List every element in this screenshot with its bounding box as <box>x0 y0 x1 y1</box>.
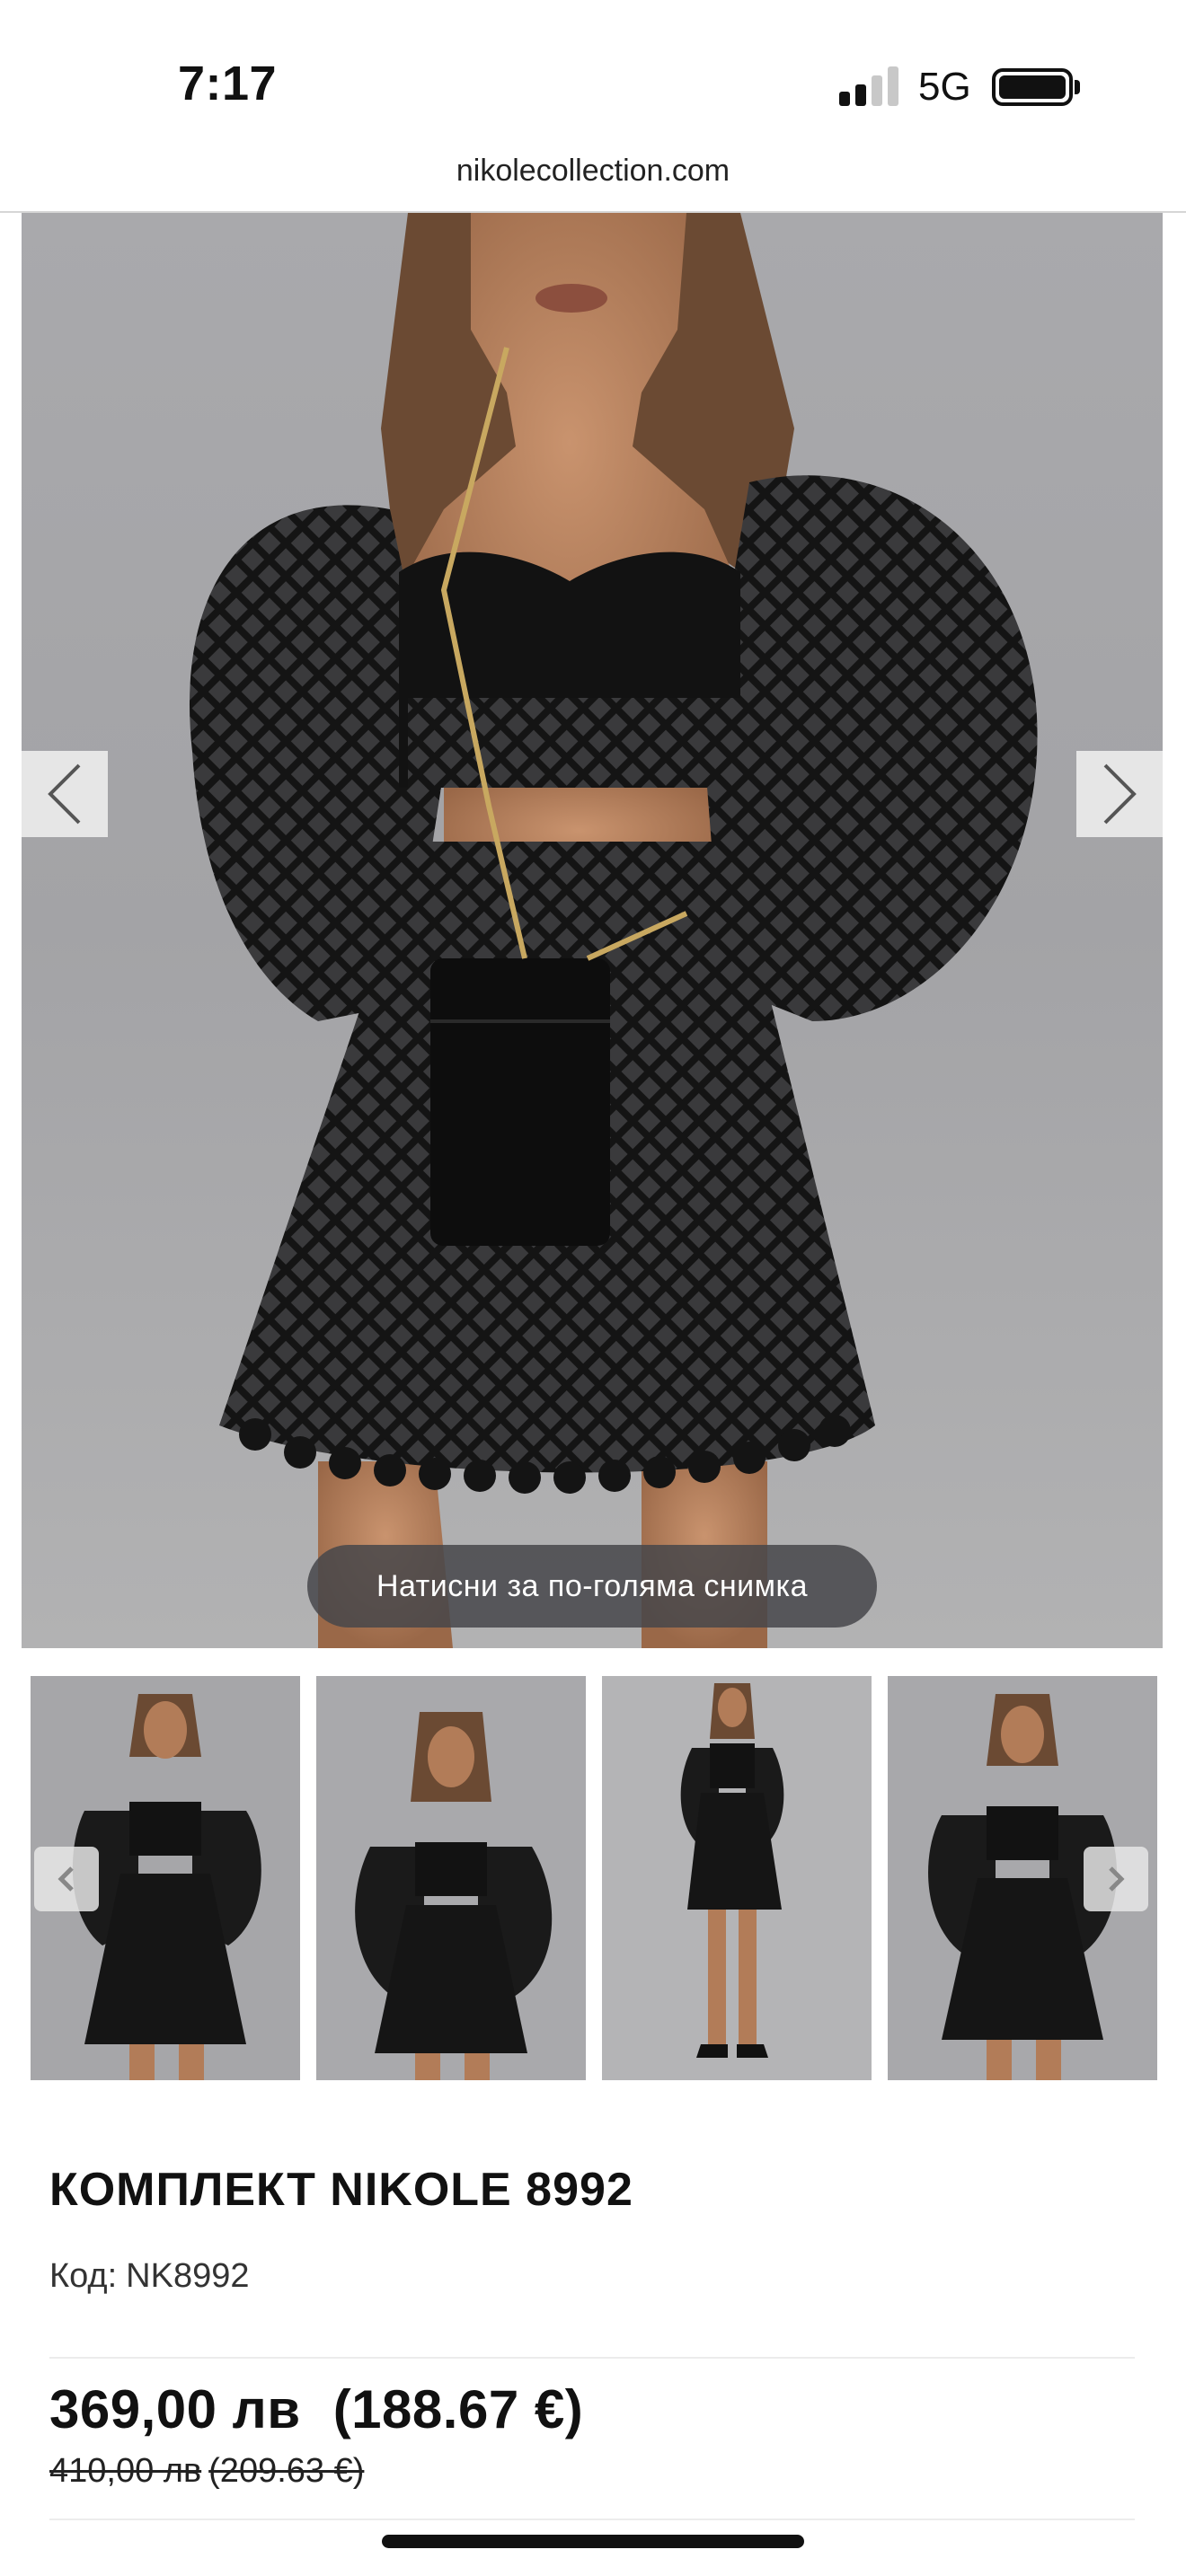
gallery-next-button[interactable] <box>1076 751 1163 837</box>
product-page: 7:17 5G nikolecollection.com Натисни за … <box>0 0 1186 2576</box>
cellular-signal-icon <box>839 66 900 106</box>
price-divider-bottom <box>49 2519 1135 2520</box>
price-eur: (188.67 €) <box>332 2379 584 2439</box>
thumbnail-next-button[interactable] <box>1084 1847 1148 1911</box>
product-code: Код: NK8992 <box>49 2257 250 2296</box>
product-code-value: NK8992 <box>126 2257 250 2295</box>
thumbnail-strip <box>0 1676 1186 2080</box>
current-price: 369,00 лв (188.67 €) <box>49 2378 583 2440</box>
old-price: 410,00 лв (209.63 €) <box>49 2452 364 2491</box>
old-price-bgn: 410,00 лв <box>49 2452 202 2490</box>
chevron-right-icon <box>1109 1866 1125 1892</box>
battery-icon <box>992 68 1073 106</box>
chevron-left-icon <box>58 1866 74 1892</box>
main-product-image[interactable] <box>22 213 1163 1648</box>
thumbnail-3[interactable] <box>602 1676 872 2080</box>
product-title: КОМПЛЕКТ NIKOLE 8992 <box>49 2164 633 2216</box>
product-code-label: Код: <box>49 2257 118 2295</box>
thumbnail-prev-button[interactable] <box>34 1847 99 1911</box>
thumbnail-2[interactable] <box>316 1676 586 2080</box>
url-bar[interactable]: nikolecollection.com <box>0 144 1186 212</box>
price-divider-top <box>49 2357 1135 2359</box>
zoom-hint-pill[interactable]: Натисни за по-голяма снимка <box>307 1545 877 1628</box>
status-bar: 7:17 5G <box>0 0 1186 144</box>
status-time: 7:17 <box>178 57 278 110</box>
network-label: 5G <box>918 65 971 109</box>
chevron-right-icon <box>1103 763 1137 825</box>
home-indicator[interactable] <box>382 2535 804 2548</box>
chevron-left-icon <box>48 763 81 825</box>
price-bgn: 369,00 лв <box>49 2379 301 2439</box>
old-price-eur: (209.63 €) <box>208 2452 365 2490</box>
gallery-prev-button[interactable] <box>22 751 108 837</box>
